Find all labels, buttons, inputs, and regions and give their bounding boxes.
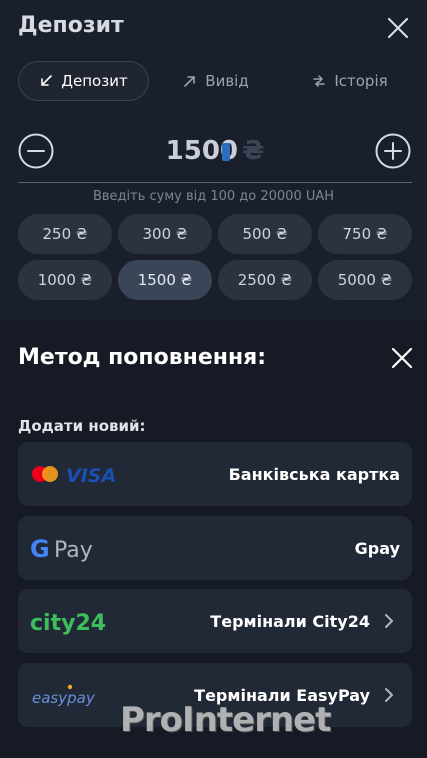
preset-500[interactable]: 500 ₴: [218, 214, 312, 254]
method-bank-card-label: Банківська картка: [228, 464, 400, 484]
add-new-label: Додати новий:: [18, 417, 146, 435]
chevron-right-icon: [382, 613, 396, 629]
preset-2500[interactable]: 2500 ₴: [218, 260, 312, 300]
amount-underline: [18, 182, 412, 183]
tab-history-label: Історія: [334, 72, 388, 90]
chevron-right-icon: [382, 687, 396, 703]
visa-logo-text: VISA: [66, 465, 116, 487]
close-method-button[interactable]: [389, 345, 415, 371]
method-gpay[interactable]: G Pay Gpay: [18, 516, 412, 580]
close-icon: [391, 347, 413, 369]
mastercard-visa-logo: VISA: [30, 456, 120, 492]
city24-logo: city24: [30, 603, 120, 639]
close-deposit-button[interactable]: [385, 15, 411, 41]
preset-750[interactable]: 750 ₴: [318, 214, 412, 254]
method-gpay-label: Gpay: [354, 538, 400, 558]
arrow-up-right-icon: [184, 76, 196, 87]
easypay-logo: easypay: [30, 677, 120, 713]
method-city24-label: Термінали City24: [210, 611, 370, 631]
payment-method-title: Метод поповнення:: [18, 345, 267, 370]
text-cursor: [222, 143, 230, 161]
preset-300[interactable]: 300 ₴: [118, 214, 212, 254]
method-city24[interactable]: city24 Термінали City24: [18, 589, 412, 653]
deposit-panel: Депозит Депозит Вивід Історія 1500 ₴ Вве…: [0, 0, 427, 320]
arrow-down-left-icon: [41, 75, 53, 86]
history-arrows-icon: [313, 75, 326, 87]
currency-symbol: ₴: [242, 136, 265, 166]
tab-bar: Депозит Вивід Історія: [18, 61, 409, 101]
close-icon: [387, 17, 409, 39]
tab-deposit[interactable]: Депозит: [18, 61, 149, 101]
preset-amounts: 250 ₴ 300 ₴ 500 ₴ 750 ₴ 1000 ₴ 1500 ₴ 25…: [18, 214, 412, 302]
method-bank-card[interactable]: VISA Банківська картка: [18, 442, 412, 506]
google-pay-logo: G Pay: [30, 530, 110, 566]
easypay-logo-text: easypay: [32, 689, 96, 707]
preset-1500[interactable]: 1500 ₴: [118, 260, 212, 300]
tab-history[interactable]: Історія: [290, 61, 410, 101]
increase-amount-button[interactable]: [375, 133, 411, 169]
preset-5000[interactable]: 5000 ₴: [318, 260, 412, 300]
tab-withdraw-label: Вивід: [205, 72, 249, 90]
tab-withdraw[interactable]: Вивід: [166, 61, 266, 101]
svg-text:Pay: Pay: [54, 538, 93, 563]
preset-250[interactable]: 250 ₴: [18, 214, 112, 254]
city24-logo-text: city24: [30, 611, 106, 636]
amount-input-row: 1500 ₴: [18, 133, 412, 173]
amount-hint: Введіть суму від 100 до 20000 UAH: [92, 189, 335, 204]
watermark: ProInternet: [120, 700, 331, 740]
svg-text:G: G: [30, 535, 50, 563]
amount-field[interactable]: 1500 ₴: [18, 136, 412, 166]
plus-circle-icon: [375, 133, 411, 169]
preset-1000[interactable]: 1000 ₴: [18, 260, 112, 300]
page-title: Депозит: [18, 13, 124, 38]
tab-deposit-label: Депозит: [61, 72, 128, 90]
